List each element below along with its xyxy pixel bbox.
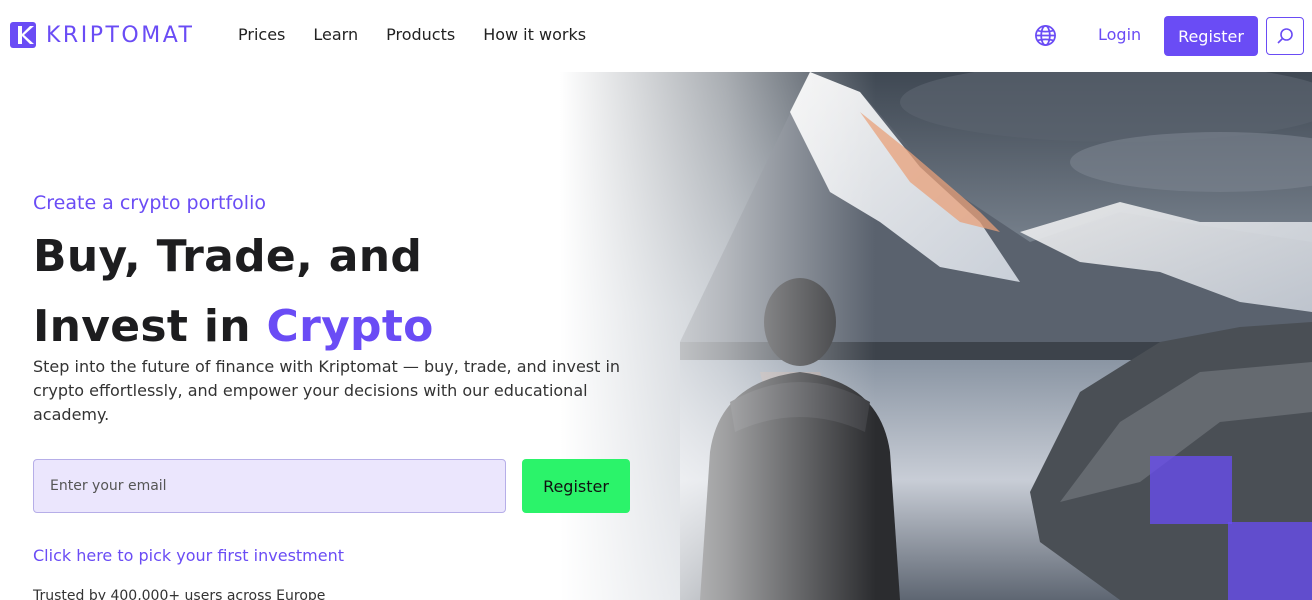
- search-icon: [1277, 28, 1293, 44]
- site-header: KRIPTOMAT Prices Learn Products How it w…: [0, 0, 1312, 72]
- pick-investment-link[interactable]: Click here to pick your first investment: [33, 546, 344, 565]
- hero-headline: Buy, Trade, and Invest in Crypto: [33, 222, 434, 362]
- headline-prefix: Invest in: [33, 301, 267, 352]
- brand-name: KRIPTOMAT: [46, 22, 195, 48]
- nav-item-learn[interactable]: Learn: [313, 25, 358, 44]
- hero-description: Step into the future of finance with Kri…: [33, 357, 621, 424]
- hero-image: [560, 72, 1312, 600]
- register-button[interactable]: Register: [1164, 16, 1258, 56]
- search-button[interactable]: [1266, 17, 1304, 55]
- trusted-by-text: Trusted by 400,000+ users across Europe: [33, 588, 326, 600]
- hero-eyebrow: Create a crypto portfolio: [33, 192, 266, 214]
- globe-icon[interactable]: [1034, 24, 1057, 47]
- nav-item-prices[interactable]: Prices: [238, 25, 285, 44]
- email-input[interactable]: [33, 459, 506, 513]
- kriptomat-logo-icon: [10, 22, 36, 48]
- headline-line-1: Buy, Trade, and: [33, 231, 423, 282]
- hero-register-button[interactable]: Register: [522, 459, 630, 513]
- nav-item-how-it-works[interactable]: How it works: [483, 25, 586, 44]
- nav-item-products[interactable]: Products: [386, 25, 455, 44]
- login-link[interactable]: Login: [1098, 25, 1141, 44]
- main-nav: Prices Learn Products How it works: [238, 25, 586, 44]
- headline-accent: Crypto: [266, 301, 434, 352]
- headline-line-2: Invest in Crypto: [33, 292, 434, 362]
- brand-logo[interactable]: KRIPTOMAT: [10, 22, 194, 48]
